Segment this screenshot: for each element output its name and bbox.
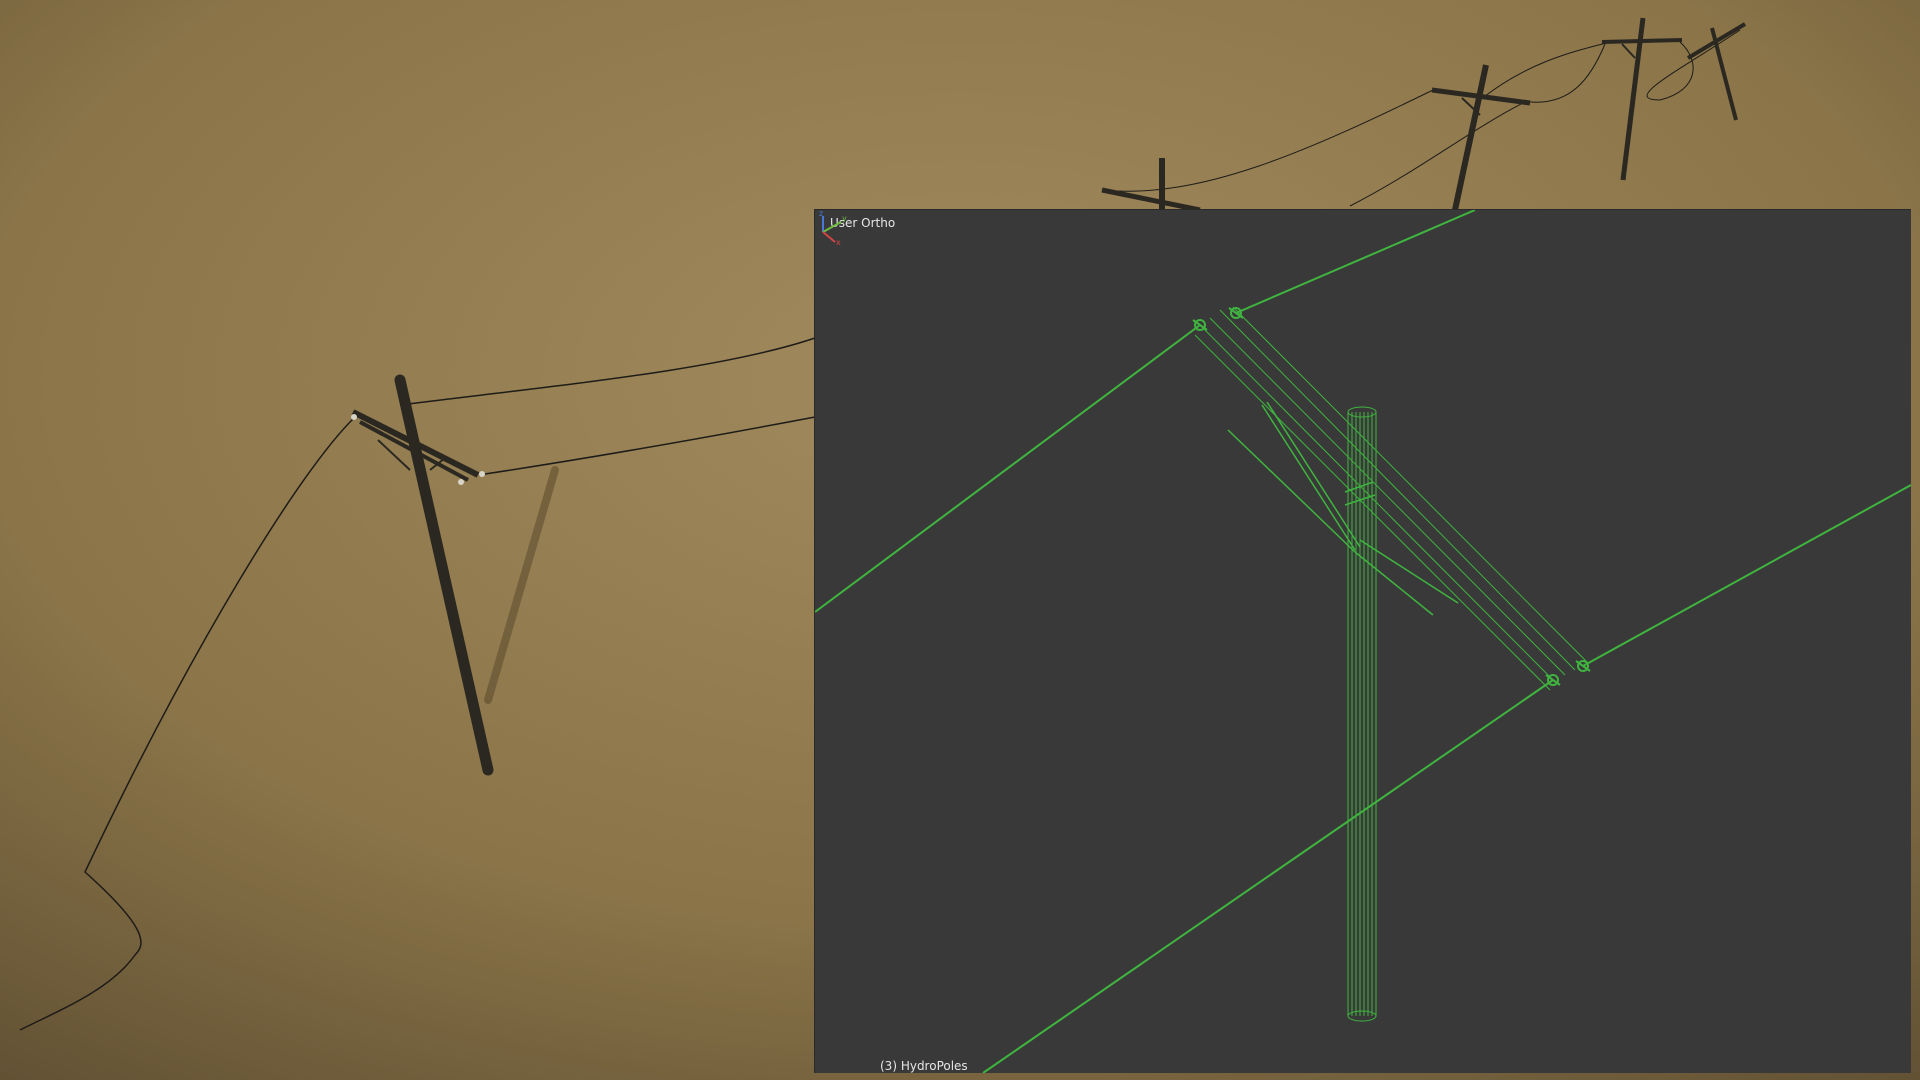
wireframe-crossarm: [1194, 306, 1588, 691]
wireframe-scene: [815, 210, 1911, 1073]
active-object-label: (3) HydroPoles: [880, 1059, 968, 1073]
3d-viewport[interactable]: User Ortho z y x (3) HydroPoles: [814, 209, 1911, 1073]
insulator: [479, 471, 485, 477]
wireframe-wire: [1235, 210, 1476, 314]
axis-gizmo[interactable]: z y x: [815, 210, 851, 246]
insulator: [351, 414, 357, 420]
axis-z-label: z: [819, 210, 823, 218]
wireframe-insulators: [1192, 307, 1591, 686]
wireframe-wire: [1582, 484, 1911, 667]
insulator: [458, 479, 464, 485]
axis-y-label: y: [842, 214, 847, 223]
wireframe-braces: [1227, 401, 1459, 616]
axis-x-line: [822, 231, 836, 243]
axis-y-line: [822, 221, 842, 233]
wireframe-wire: [815, 324, 1201, 613]
axis-x-label: x: [836, 238, 841, 246]
wireframe-wire: [982, 679, 1554, 1073]
